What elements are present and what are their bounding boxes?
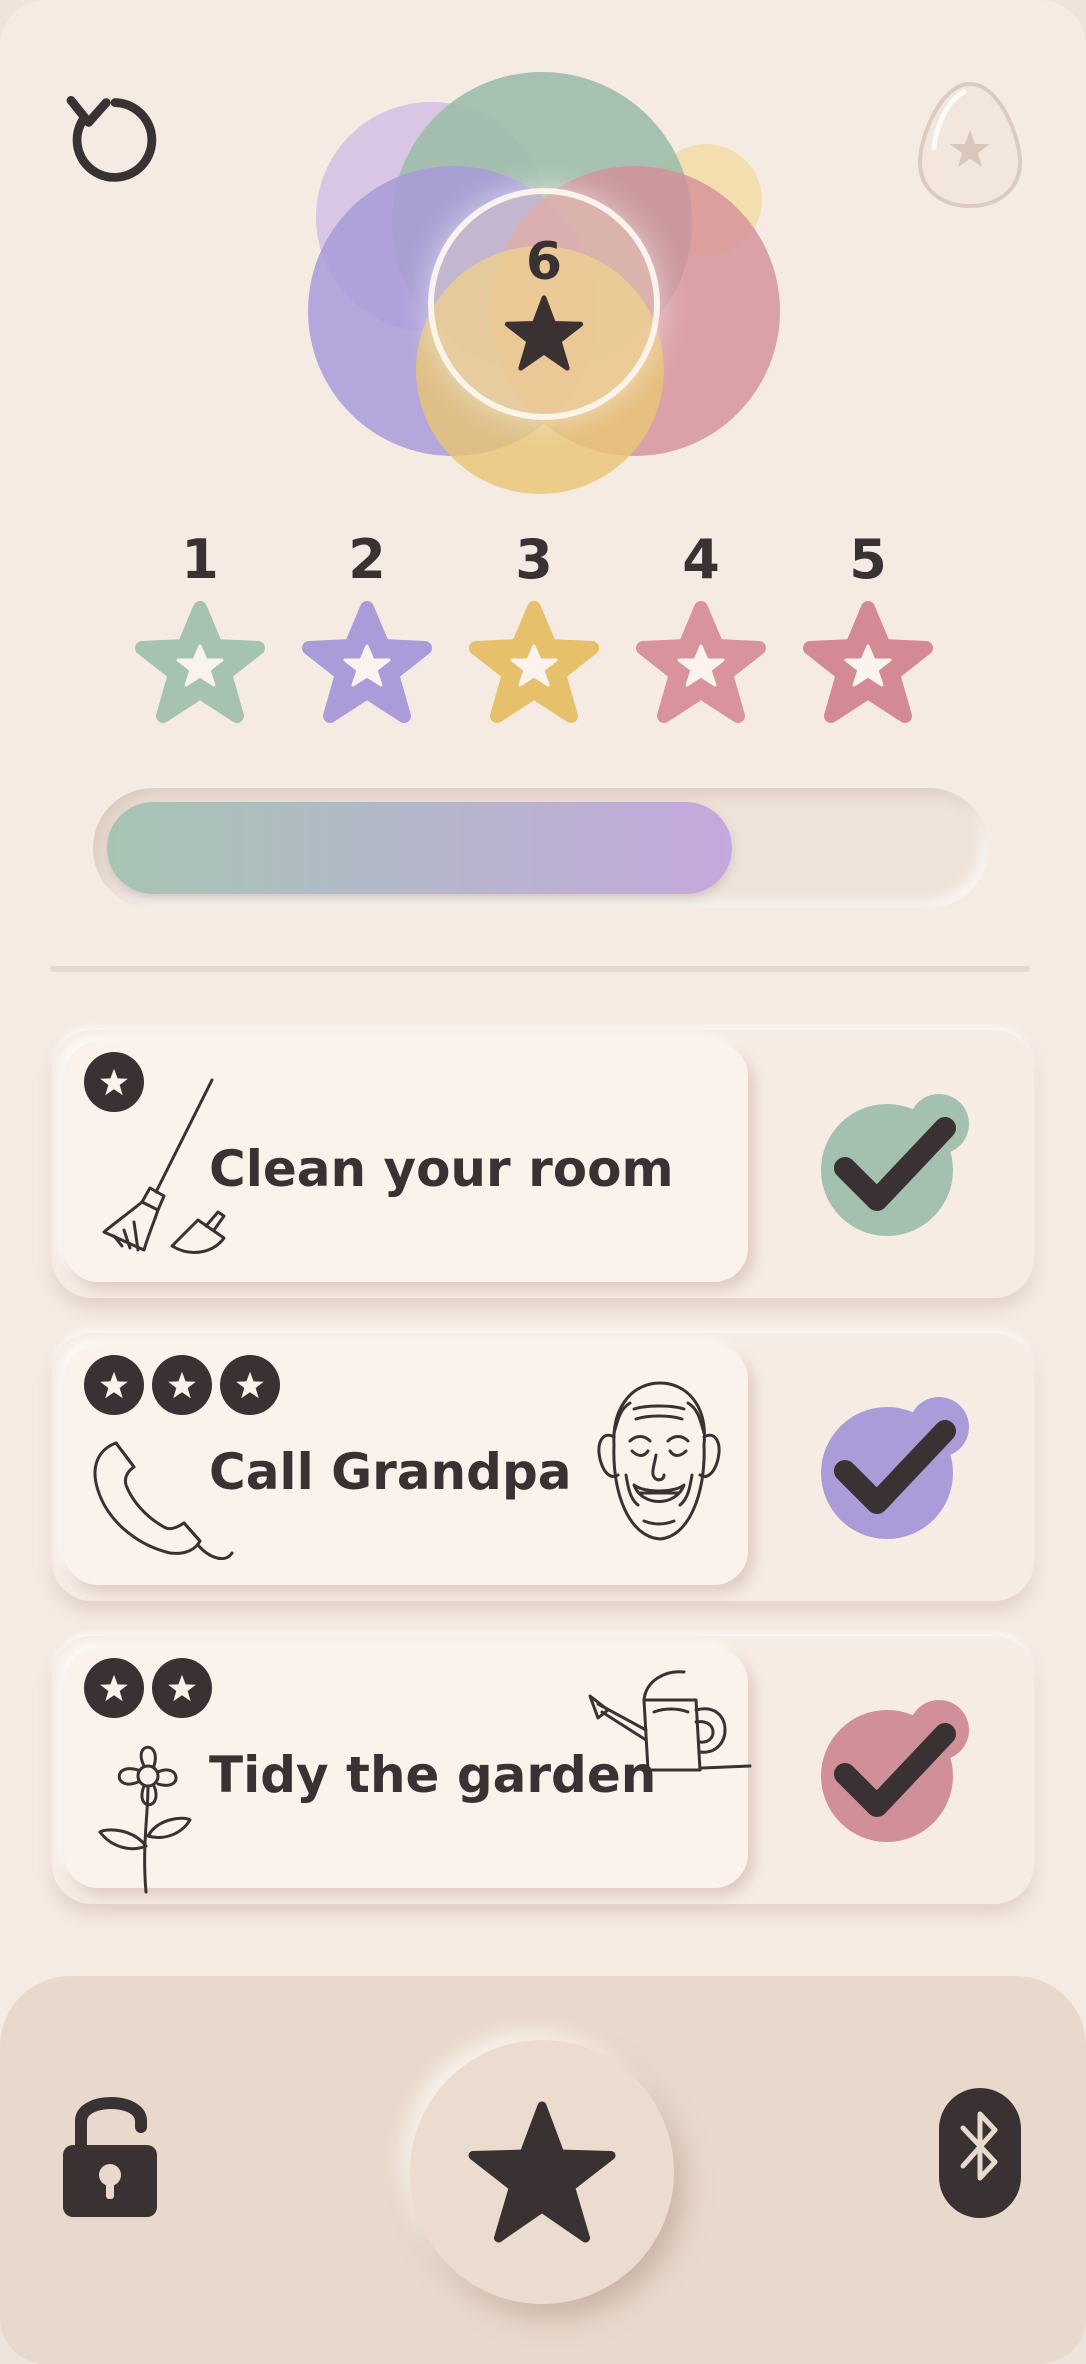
task-card-call-grandpa: Call Grandpa [52, 1333, 1034, 1601]
star-icon [504, 295, 584, 371]
task-body[interactable]: Clean your room [64, 1042, 748, 1282]
difficulty-star-icon [84, 1658, 144, 1718]
task-title: Clean your room [209, 1140, 674, 1198]
level-star-icon[interactable] [802, 600, 934, 732]
star-icon [468, 2101, 616, 2243]
task-card-tidy-garden: Tidy the garden [52, 1636, 1034, 1904]
difficulty-star-icon [152, 1355, 212, 1415]
bluetooth-button[interactable] [930, 2078, 1030, 2228]
level-4: 4 [621, 520, 781, 740]
task-complete-button[interactable] [815, 1090, 975, 1240]
level-number: 1 [181, 528, 219, 591]
total-stars-count: 6 [525, 232, 563, 292]
level-2: 2 [287, 520, 447, 740]
task-stars [84, 1355, 280, 1415]
refresh-icon [66, 96, 157, 182]
grandpa-face-icon [597, 1381, 721, 1541]
add-star-button[interactable] [410, 2040, 674, 2304]
task-title: Call Grandpa [209, 1443, 572, 1501]
difficulty-star-icon [84, 1355, 144, 1415]
level-star-icon[interactable] [468, 600, 600, 732]
progress-fill [107, 802, 732, 894]
star-summary: 6 [300, 60, 800, 510]
level-number: 3 [515, 528, 553, 591]
bluetooth-icon [939, 2088, 1021, 2218]
difficulty-star-icon [152, 1658, 212, 1718]
app-screen: 6 1 2 3 4 5 Clean your room Call Grandpa… [0, 0, 1086, 2364]
progress-bar [93, 788, 989, 908]
task-stars [84, 1658, 212, 1718]
watering-can-icon [588, 1670, 752, 1772]
task-card-clean-room: Clean your room [52, 1030, 1034, 1298]
level-number: 2 [348, 528, 386, 591]
task-complete-button[interactable] [815, 1696, 975, 1846]
unlock-icon [63, 2097, 157, 2217]
level-star-icon[interactable] [134, 600, 266, 732]
difficulty-star-icon [220, 1355, 280, 1415]
reset-button[interactable] [55, 80, 175, 200]
egg-star-icon [917, 81, 1023, 209]
level-3: 3 [454, 520, 614, 740]
level-5: 5 [788, 520, 948, 740]
egg-button[interactable] [905, 70, 1035, 220]
level-star-icon[interactable] [301, 600, 433, 732]
level-number: 5 [849, 528, 887, 591]
level-1: 1 [120, 520, 280, 740]
divider [50, 966, 1030, 972]
task-complete-button[interactable] [815, 1393, 975, 1543]
task-body[interactable]: Call Grandpa [64, 1345, 748, 1585]
flower-icon [98, 1745, 192, 1894]
task-body[interactable]: Tidy the garden [64, 1648, 752, 1894]
level-selector: 1 2 3 4 5 [120, 520, 980, 740]
level-number: 4 [682, 528, 720, 591]
lock-button[interactable] [50, 2078, 170, 2228]
level-star-icon[interactable] [635, 600, 767, 732]
total-stars-badge: 6 [428, 188, 660, 420]
